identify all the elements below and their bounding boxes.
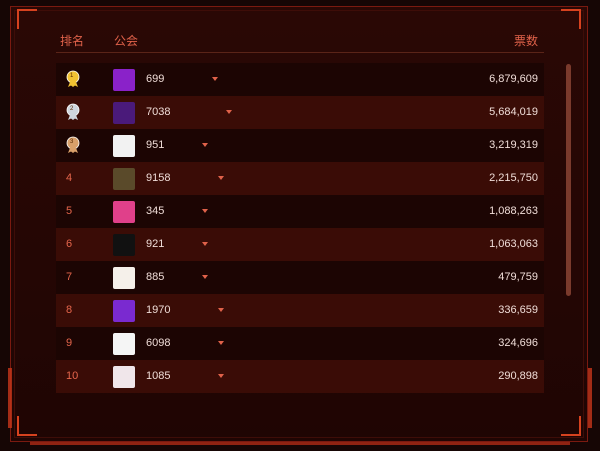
guild-logo [113,267,135,289]
table-row[interactable]: 2 7038 5,684,019 [56,96,544,129]
table-row[interactable]: 10 1085 290,898 [56,360,544,393]
table-row[interactable]: 5 345 1,088,263 [56,195,544,228]
table-row[interactable]: 3 951 3,219,319 [56,129,544,162]
side-ornament [8,368,12,428]
guild-logo [113,234,135,256]
ranking-list: 1 699 6,879,609 2 7038 5,684,019 3 951 3,219,319… [56,63,544,403]
guild-id[interactable]: 345 [146,205,164,217]
rank-number: 1 [70,73,74,79]
guild-id[interactable]: 951 [146,139,164,151]
caret-down-icon[interactable] [202,275,208,279]
guild-logo [113,201,135,223]
guild-id[interactable]: 921 [146,238,164,250]
caret-down-icon[interactable] [226,110,232,114]
table-row[interactable]: 1 699 6,879,609 [56,63,544,96]
caret-down-icon[interactable] [218,308,224,312]
silver-medal-icon: 2 [65,103,81,121]
vote-count: 6,879,609 [489,73,538,85]
guild-logo [113,102,135,124]
corner-ornament [561,416,581,436]
rank-number: 6 [66,238,73,250]
rank-number: 10 [66,370,79,382]
table-row[interactable]: 9 6098 324,696 [56,327,544,360]
bronze-medal-icon: 3 [65,136,81,154]
vote-count: 1,088,263 [489,205,538,217]
vote-count: 479,759 [498,271,538,283]
guild-logo [113,300,135,322]
caret-down-icon[interactable] [202,209,208,213]
guild-logo [113,69,135,91]
votes-column-header: 票数 [513,34,538,48]
guild-id[interactable]: 9158 [146,172,170,184]
guild-id[interactable]: 6098 [146,337,170,349]
guild-id[interactable]: 1085 [146,370,170,382]
scrollbar[interactable] [566,64,571,296]
table-row[interactable]: 7 885 479,759 [56,261,544,294]
vote-count: 2,215,750 [489,172,538,184]
guild-logo [113,135,135,157]
table-header: 排名 公会 票数 [56,30,544,53]
rank-number: 9 [66,337,73,349]
caret-down-icon[interactable] [218,176,224,180]
guild-id[interactable]: 699 [146,73,164,85]
caret-down-icon[interactable] [202,143,208,147]
table-row[interactable]: 4 9158 2,215,750 [56,162,544,195]
caret-down-icon[interactable] [218,341,224,345]
guild-logo [113,366,135,388]
caret-down-icon[interactable] [218,374,224,378]
gold-medal-icon: 1 [65,70,81,88]
rank-column-header: 排名 [60,34,85,48]
vote-count: 5,684,019 [489,106,538,118]
guild-logo [113,333,135,355]
corner-ornament [17,416,37,436]
corner-ornament [17,9,37,29]
corner-ornament [561,9,581,29]
rank-number: 2 [70,106,74,112]
vote-count: 324,696 [498,337,538,349]
side-ornament [588,368,592,428]
guild-column-header: 公会 [114,34,139,48]
rank-number: 3 [70,139,74,145]
guild-id[interactable]: 7038 [146,106,170,118]
rank-number: 5 [66,205,73,217]
rank-number: 7 [66,271,73,283]
rank-number: 8 [66,304,73,316]
guild-logo [113,168,135,190]
vote-count: 3,219,319 [489,139,538,151]
vote-count: 1,063,063 [489,238,538,250]
table-row[interactable]: 8 1970 336,659 [56,294,544,327]
table-row[interactable]: 6 921 1,063,063 [56,228,544,261]
caret-down-icon[interactable] [212,77,218,81]
vote-count: 336,659 [498,304,538,316]
rank-number: 4 [66,172,73,184]
guild-id[interactable]: 885 [146,271,164,283]
caret-down-icon[interactable] [202,242,208,246]
bottom-ornament [30,442,570,445]
guild-id[interactable]: 1970 [146,304,170,316]
vote-count: 290,898 [498,370,538,382]
